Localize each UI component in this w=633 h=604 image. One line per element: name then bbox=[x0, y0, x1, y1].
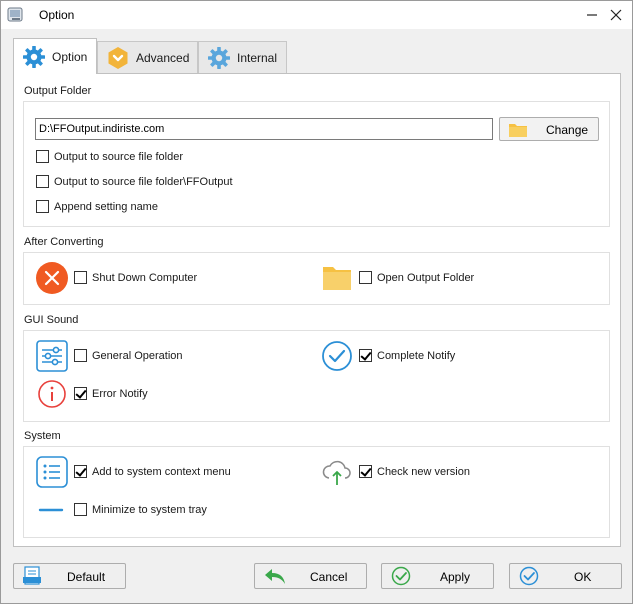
cloud-upload-icon bbox=[322, 460, 351, 485]
minimize-tray-label: Minimize to system tray bbox=[92, 504, 207, 516]
title-bar: Option bbox=[1, 1, 632, 29]
window-title: Option bbox=[39, 8, 75, 22]
apply-button-label: Apply bbox=[440, 570, 471, 584]
open-output-folder-checkbox[interactable] bbox=[359, 271, 372, 284]
output-source-folder-checkbox[interactable] bbox=[36, 150, 49, 163]
after-converting-title: After Converting bbox=[24, 236, 104, 248]
check-circle-icon bbox=[391, 566, 411, 586]
system-title: System bbox=[24, 430, 61, 442]
default-doc-icon bbox=[23, 566, 41, 585]
system-group bbox=[23, 446, 610, 538]
gear-icon bbox=[23, 45, 45, 68]
default-button-label: Default bbox=[67, 570, 106, 584]
close-icon[interactable] bbox=[605, 5, 627, 25]
append-setting-name-label: Append setting name bbox=[54, 201, 158, 213]
tab-advanced[interactable]: Advanced bbox=[97, 41, 198, 73]
complete-notify-label: Complete Notify bbox=[377, 350, 456, 362]
option-window: Option Option Advanced Internal Output F… bbox=[0, 0, 633, 604]
gui-sound-title: GUI Sound bbox=[24, 314, 79, 326]
folder-icon bbox=[509, 124, 527, 137]
minimize-tray-icon bbox=[38, 508, 64, 512]
change-folder-button[interactable]: Change bbox=[499, 117, 599, 141]
advanced-badge-icon bbox=[108, 46, 128, 69]
tab-advanced-label: Advanced bbox=[136, 50, 190, 65]
cancel-button[interactable]: Cancel bbox=[254, 563, 367, 589]
check-circle-icon bbox=[519, 566, 539, 586]
sliders-icon bbox=[36, 340, 68, 372]
tab-option-label: Option bbox=[52, 49, 88, 64]
check-circle-icon bbox=[322, 341, 352, 371]
output-path-input[interactable] bbox=[35, 118, 493, 140]
default-button[interactable]: Default bbox=[13, 563, 126, 589]
minimize-icon[interactable] bbox=[581, 5, 603, 25]
info-icon bbox=[38, 380, 66, 408]
tab-option[interactable]: Option bbox=[13, 38, 97, 74]
output-folder-title: Output Folder bbox=[24, 85, 92, 97]
gui-sound-group bbox=[23, 330, 610, 422]
output-source-ffoutput-label: Output to source file folder\FFOutput bbox=[54, 176, 233, 188]
gear-icon bbox=[208, 46, 230, 69]
list-icon bbox=[36, 456, 68, 488]
undo-arrow-icon bbox=[265, 569, 285, 584]
apply-button[interactable]: Apply bbox=[381, 563, 494, 589]
error-notify-label: Error Notify bbox=[92, 388, 148, 400]
complete-notify-checkbox[interactable] bbox=[359, 349, 372, 362]
ok-button[interactable]: OK bbox=[509, 563, 622, 589]
check-new-version-checkbox[interactable] bbox=[359, 465, 372, 478]
open-output-folder-label: Open Output Folder bbox=[377, 272, 475, 284]
change-button-label: Change bbox=[546, 123, 589, 137]
add-context-menu-label: Add to system context menu bbox=[92, 466, 231, 478]
general-operation-label: General Operation bbox=[92, 350, 183, 362]
tab-internal-label: Internal bbox=[237, 50, 278, 65]
app-icon bbox=[7, 7, 23, 22]
check-new-version-label: Check new version bbox=[377, 466, 470, 478]
cancel-button-label: Cancel bbox=[310, 570, 348, 584]
output-source-folder-label: Output to source file folder bbox=[54, 151, 184, 163]
shut-down-computer-label: Shut Down Computer bbox=[92, 272, 198, 284]
output-source-ffoutput-checkbox[interactable] bbox=[36, 175, 49, 188]
tab-internal[interactable]: Internal bbox=[198, 41, 287, 73]
add-context-menu-checkbox[interactable] bbox=[74, 465, 87, 478]
shutdown-icon bbox=[36, 262, 68, 294]
minimize-tray-checkbox[interactable] bbox=[74, 503, 87, 516]
general-operation-checkbox[interactable] bbox=[74, 349, 87, 362]
ok-button-label: OK bbox=[574, 570, 592, 584]
append-setting-name-checkbox[interactable] bbox=[36, 200, 49, 213]
folder-icon bbox=[323, 267, 351, 290]
shut-down-computer-checkbox[interactable] bbox=[74, 271, 87, 284]
error-notify-checkbox[interactable] bbox=[74, 387, 87, 400]
